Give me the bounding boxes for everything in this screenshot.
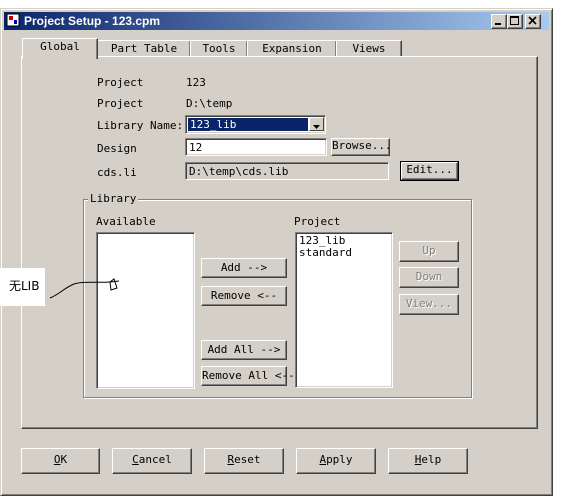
annotation-box: 无LIB [0, 268, 45, 306]
apply-button[interactable]: Apply [296, 448, 376, 474]
list-item[interactable]: standard [297, 247, 352, 259]
library-name-dropdown-button[interactable] [309, 117, 324, 131]
window-title: Project Setup - 123.cpm [24, 14, 161, 28]
close-icon [528, 16, 537, 25]
project-setup-icon [6, 13, 20, 27]
minimize-button[interactable] [491, 14, 507, 29]
screen: Project Setup - 123.cpm Global Part Tabl… [0, 0, 571, 499]
tab-label: Expansion [262, 42, 322, 55]
browse-button[interactable]: Browse... [331, 138, 392, 156]
apply-label: pply [326, 453, 353, 466]
ok-mnemonic: O [53, 453, 61, 466]
design-field[interactable]: 12 [185, 138, 327, 156]
tab-global[interactable]: Global [22, 38, 98, 59]
reset-button[interactable]: Reset [204, 448, 284, 474]
cancel-label: ancel [138, 453, 172, 466]
maximize-icon [510, 16, 519, 25]
add-all-button[interactable]: Add All --> [201, 340, 287, 360]
cancel-button[interactable]: Cancel [112, 448, 192, 474]
close-button[interactable] [525, 14, 541, 29]
tab-label: Tools [202, 42, 236, 55]
ok-label: K [60, 453, 68, 466]
project-libs-listbox[interactable]: 123_lib standard [295, 232, 393, 388]
cancel-mnemonic: C [132, 453, 139, 466]
available-listbox[interactable] [96, 232, 195, 389]
ok-button[interactable]: OK [21, 448, 100, 474]
help-label: elp [421, 453, 442, 466]
annotation-text: 无LIB [9, 279, 40, 293]
library-name-selected: 123_lib [187, 117, 309, 132]
tab-label: Part Table [110, 42, 178, 55]
add-button[interactable]: Add --> [201, 258, 287, 278]
library-name-combobox[interactable]: 123_lib [185, 115, 326, 134]
remove-all-button[interactable]: Remove All <-- [201, 366, 295, 386]
remove-button[interactable]: Remove <-- [201, 286, 287, 306]
title-bar[interactable]: Project Setup - 123.cpm [4, 12, 549, 30]
annotation-arrow-icon [49, 278, 120, 299]
minimize-icon [495, 23, 501, 25]
tab-label: Global [40, 40, 80, 53]
edit-button[interactable]: Edit... [400, 161, 459, 181]
help-button[interactable]: Help [388, 448, 468, 474]
chevron-down-icon [313, 125, 320, 129]
reset-label: eset [234, 453, 261, 466]
design-value: 12 [189, 141, 203, 154]
maximize-button[interactable] [507, 14, 523, 29]
tab-label: Views [352, 42, 386, 55]
